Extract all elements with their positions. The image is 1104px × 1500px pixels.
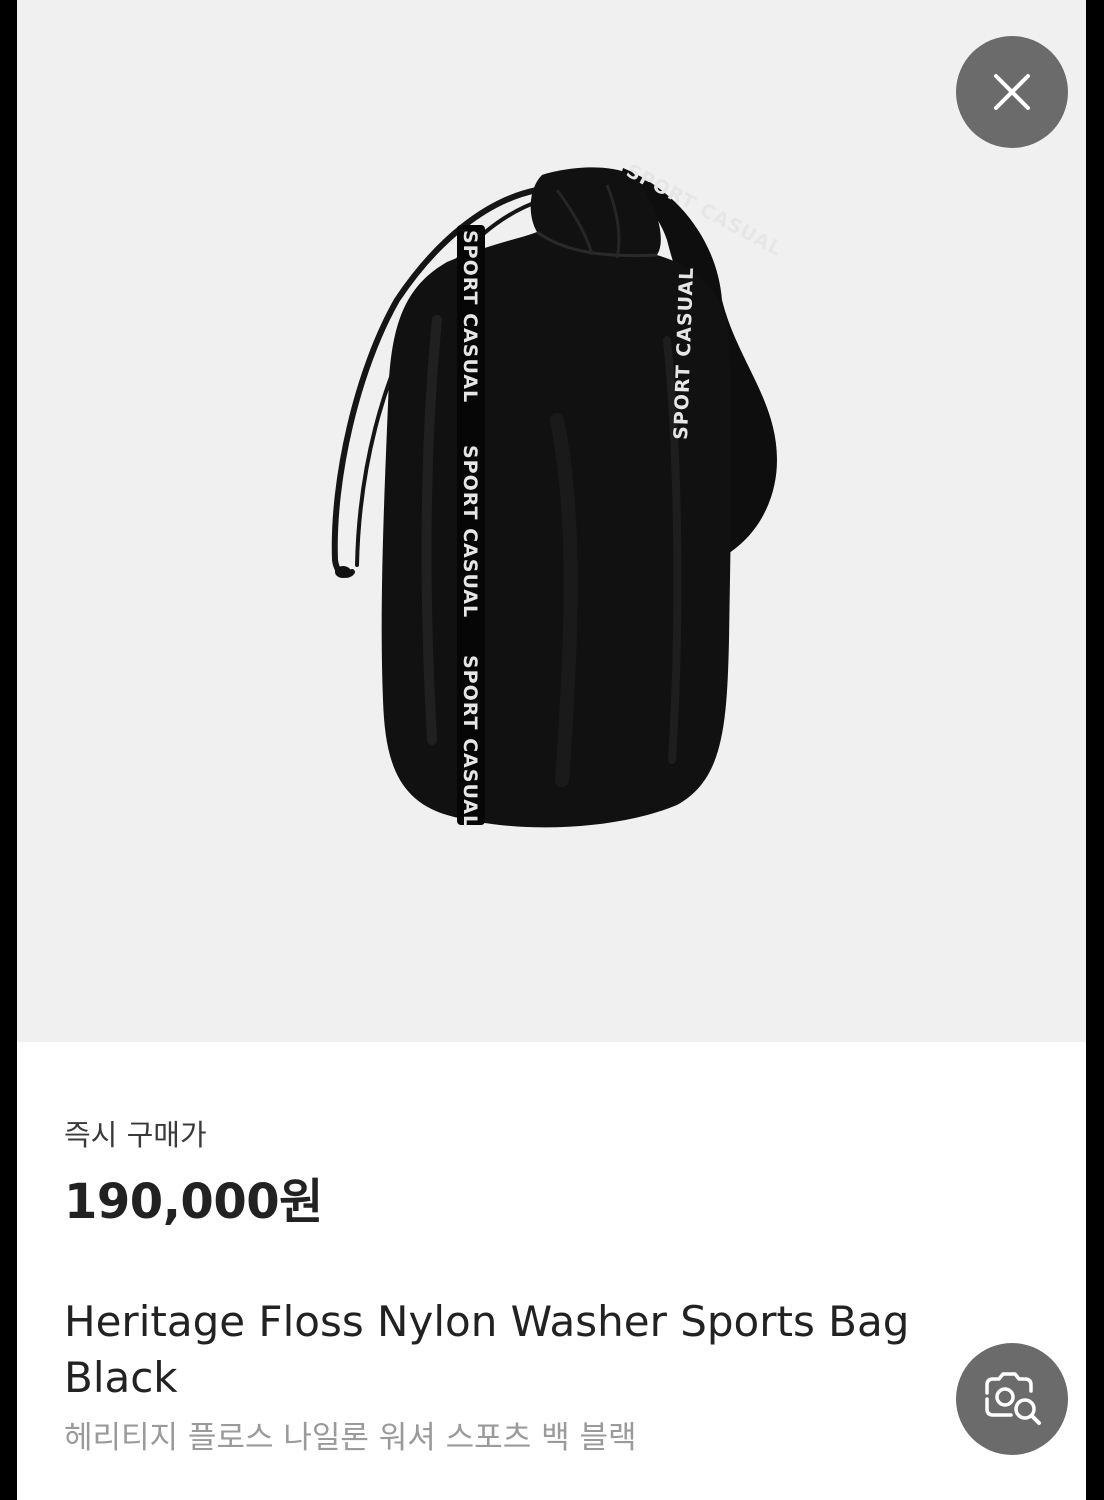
product-image-area: SPORT CASUAL SPORT CASUAL SPORT CASUAL S… — [17, 0, 1086, 1042]
close-icon — [994, 74, 1030, 110]
price: 190,000원 — [64, 1174, 323, 1230]
close-button[interactable] — [956, 36, 1068, 148]
product-image[interactable]: SPORT CASUAL SPORT CASUAL SPORT CASUAL S… — [17, 0, 1086, 1042]
price-label: 즉시 구매가 — [64, 1118, 207, 1152]
product-name-english: Heritage Floss Nylon Washer Sports Bag B… — [64, 1297, 910, 1402]
image-search-icon — [985, 1372, 1041, 1425]
product-name-korean: 헤리티지 플로스 나일론 워셔 스포츠 백 블랙 — [64, 1420, 637, 1456]
strap-text-3: SPORT CASUAL — [459, 655, 481, 828]
strap-text-2: SPORT CASUAL — [459, 445, 481, 618]
strap-text-1: SPORT CASUAL — [459, 230, 481, 403]
product-detail-screen: SPORT CASUAL SPORT CASUAL SPORT CASUAL S… — [17, 0, 1086, 1500]
image-search-button[interactable] — [956, 1343, 1068, 1455]
